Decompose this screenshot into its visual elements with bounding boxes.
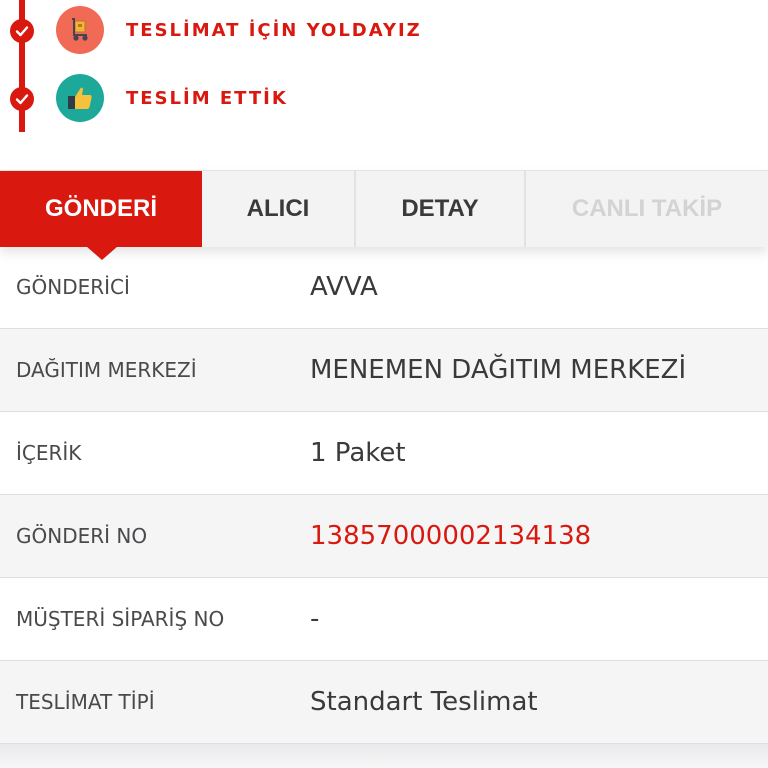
tab-canli-takip[interactable]: CANLI TAKİP [526, 171, 768, 247]
thumbs-up-icon [56, 74, 104, 122]
shipment-number-value[interactable]: 13857000002134138 [310, 495, 591, 577]
check-icon [10, 19, 34, 43]
detail-label: İÇERİK [16, 441, 82, 465]
tab-gonderi[interactable]: GÖNDERİ [0, 171, 202, 247]
detail-label: DAĞITIM MERKEZİ [16, 358, 197, 382]
tab-detay[interactable]: DETAY [356, 171, 526, 247]
timeline-step-on-the-way: TESLİMAT İÇİN YOLDAYIZ [0, 6, 768, 56]
detail-value: MENEMEN DAĞITIM MERKEZİ [310, 355, 687, 385]
detail-row-shipment-number: GÖNDERİ NO 13857000002134138 [0, 495, 768, 578]
hand-truck-icon [56, 6, 104, 54]
detail-label: GÖNDERİ NO [16, 524, 148, 548]
card-bottom-shadow [0, 744, 768, 768]
detail-row-distribution-center: DAĞITIM MERKEZİ MENEMEN DAĞITIM MERKEZİ [0, 329, 768, 412]
timeline-step-label: TESLİM ETTİK [126, 88, 288, 109]
detail-value: 1 Paket [310, 438, 406, 468]
detail-value: Standart Teslimat [310, 687, 538, 717]
shipment-details-table: GÖNDERİCİ AVVA DAĞITIM MERKEZİ MENEMEN D… [0, 246, 768, 744]
detail-value: - [310, 604, 320, 634]
detail-row-delivery-type: TESLİMAT TİPİ Standart Teslimat [0, 661, 768, 744]
detail-label: GÖNDERİCİ [16, 275, 130, 299]
tab-alici[interactable]: ALICI [202, 171, 356, 247]
check-icon [10, 87, 34, 111]
tab-bar: GÖNDERİ ALICI DETAY CANLI TAKİP [0, 170, 768, 247]
detail-label: TESLİMAT TİPİ [16, 690, 155, 714]
detail-row-customer-order-number: MÜŞTERİ SİPARİŞ NO - [0, 578, 768, 661]
timeline-step-label: TESLİMAT İÇİN YOLDAYIZ [126, 20, 422, 41]
timeline-step-delivered: TESLİM ETTİK [0, 74, 768, 124]
detail-row-sender: GÖNDERİCİ AVVA [0, 246, 768, 329]
detail-row-content: İÇERİK 1 Paket [0, 412, 768, 495]
detail-label: MÜŞTERİ SİPARİŞ NO [16, 607, 225, 631]
delivery-timeline: TESLİMAT İÇİN YOLDAYIZ TESLİM ETTİK [0, 0, 768, 170]
detail-value: AVVA [310, 272, 378, 302]
